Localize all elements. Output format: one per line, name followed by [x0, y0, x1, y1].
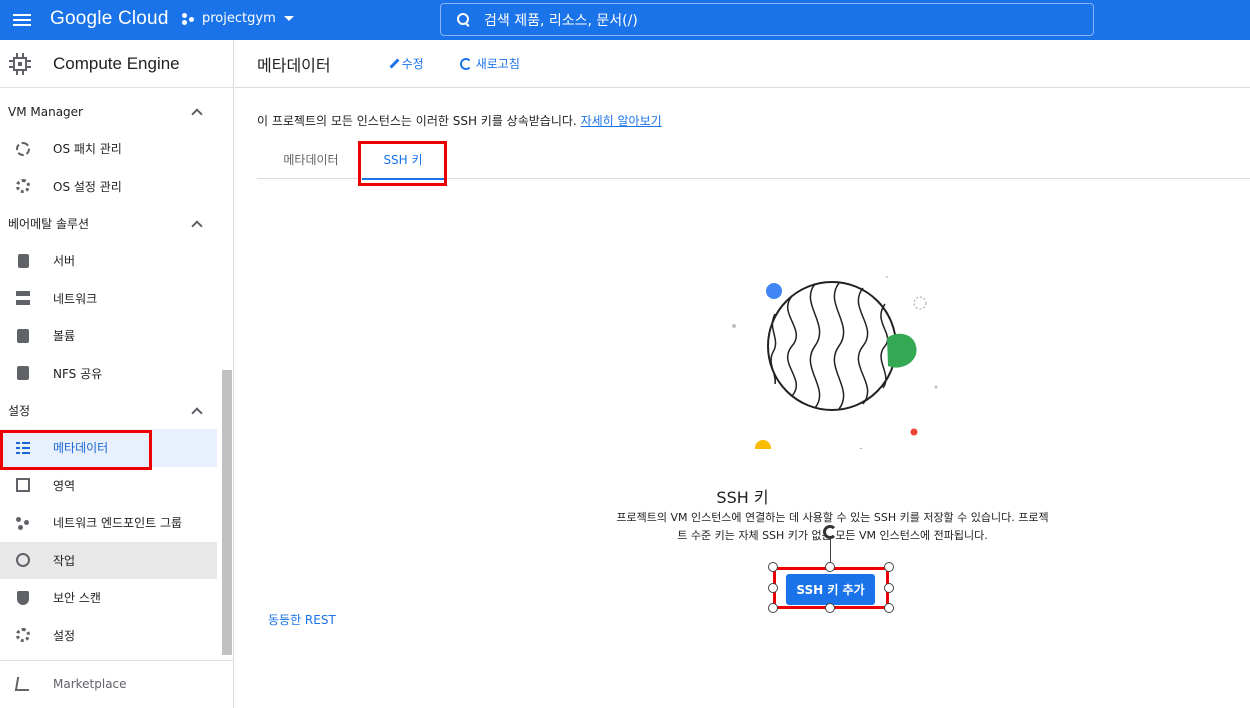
metadata-highlight-box: [0, 430, 152, 470]
page-title: 메타데이터: [257, 55, 331, 75]
sidebar-item-security-scans[interactable]: 보안 스캔: [0, 579, 233, 617]
page-header: 메타데이터 수정 새로고침: [235, 40, 1250, 88]
refresh-icon: [459, 57, 472, 70]
green-blob: [887, 333, 917, 368]
selection-handle[interactable]: [884, 603, 894, 613]
sidebar-item-operations[interactable]: 작업: [0, 541, 217, 579]
project-name: projectgym: [202, 11, 276, 26]
sidebar-item-label: 영역: [53, 478, 76, 493]
sidebar-item-label: 작업: [53, 553, 76, 568]
sidebar-item-volumes[interactable]: 볼륨: [0, 317, 233, 355]
search-input[interactable]: 검색 제품, 리소스, 문서(/): [440, 3, 1094, 36]
nfs-icon: [17, 366, 29, 381]
selection-handle[interactable]: [825, 603, 835, 613]
section-baremetal[interactable]: 베어메탈 솔루션: [0, 205, 233, 242]
pencil-icon: [387, 58, 399, 70]
network-icon: [16, 291, 30, 306]
sidebar-item-label: OS 패치 관리: [53, 142, 122, 157]
selection-handle[interactable]: [768, 603, 778, 613]
selection-handle[interactable]: [768, 583, 778, 593]
sidebar-nav: Compute Engine VM Manager OS 패치 관리 OS 설정…: [0, 40, 234, 708]
section-label: 설정: [8, 404, 31, 418]
red-dot: [910, 428, 918, 436]
gear-icon: [16, 628, 30, 643]
shield-icon: [17, 590, 29, 605]
caret-down-icon: [283, 16, 294, 21]
chevron-up-icon: [191, 107, 203, 120]
sidebar-item-zones[interactable]: 영역: [0, 467, 233, 505]
sidebar-scrollbar[interactable]: [222, 370, 232, 655]
ssh-keys-illustration: [732, 276, 938, 449]
tab-metadata[interactable]: 메타데이터: [279, 142, 343, 179]
edit-label: 수정: [401, 57, 424, 71]
hamburger-menu-icon[interactable]: [13, 11, 33, 29]
empty-state-title: SSH 키: [716, 488, 769, 507]
inheritance-notice: 이 프로젝트의 모든 인스턴스는 이러한 SSH 키를 상속받습니다. 자세히 …: [257, 112, 662, 129]
selection-handle[interactable]: [884, 583, 894, 593]
compute-engine-icon: [8, 52, 32, 76]
chevron-up-icon: [191, 219, 203, 232]
product-title: Compute Engine: [53, 53, 180, 73]
sidebar-item-network-endpoint-groups[interactable]: 네트워크 엔드포인트 그룹: [0, 504, 233, 542]
section-label: VM Manager: [8, 104, 83, 119]
edit-button[interactable]: 수정: [387, 55, 424, 72]
sidebar-item-label: 서버: [53, 254, 76, 269]
cart-icon: [14, 676, 32, 691]
chevron-up-icon: [191, 406, 203, 419]
sidebar-header: Compute Engine: [0, 40, 233, 88]
config-icon: [16, 179, 30, 194]
google-cloud-logo[interactable]: Google Cloud: [50, 8, 169, 30]
sidebar-item-servers[interactable]: 서버: [0, 242, 233, 280]
selection-handle[interactable]: [884, 562, 894, 572]
volume-icon: [17, 328, 29, 343]
refresh-label: 새로고침: [475, 57, 520, 71]
refresh-button[interactable]: 새로고침: [459, 55, 520, 72]
section-label: 베어메탈 솔루션: [8, 217, 90, 231]
sidebar-item-settings[interactable]: 설정: [0, 617, 233, 655]
blue-blob: [766, 283, 782, 299]
selection-handle[interactable]: [768, 562, 778, 572]
equivalent-rest-link[interactable]: 동등한 REST: [268, 611, 336, 628]
patch-icon: [16, 141, 30, 156]
sidebar-item-network[interactable]: 네트워크: [0, 280, 233, 318]
sidebar-item-label: 네트워크 엔드포인트 그룹: [53, 516, 183, 531]
main-content: 메타데이터 수정 새로고침 이 프로젝트의 모든 인스턴스는 이러한 SSH 키…: [235, 40, 1250, 708]
section-vm-manager[interactable]: VM Manager: [0, 93, 233, 130]
add-ssh-key-button[interactable]: SSH 키 추가: [786, 574, 875, 605]
section-settings[interactable]: 설정: [0, 392, 233, 429]
search-icon: [457, 13, 470, 26]
sidebar-item-nfs[interactable]: NFS 공유: [0, 355, 233, 393]
sidebar-item-label: 볼륨: [53, 329, 76, 344]
sidebar-item-label: NFS 공유: [53, 366, 103, 381]
sidebar-item-label: Marketplace: [53, 676, 127, 691]
clock-icon: [16, 553, 30, 568]
sidebar-item-label: 보안 스캔: [53, 591, 101, 606]
server-icon: [18, 253, 29, 268]
learn-more-link[interactable]: 자세히 알아보기: [581, 114, 662, 128]
ssh-tab-highlight-box: [358, 141, 447, 186]
sidebar-item-marketplace[interactable]: Marketplace: [0, 665, 233, 703]
project-dots-icon: [182, 12, 196, 26]
sidebar-item-os-patch[interactable]: OS 패치 관리: [0, 130, 233, 168]
rotate-handle-icon[interactable]: [823, 525, 837, 539]
yellow-blob: [755, 440, 771, 449]
sidebar-divider: [0, 660, 233, 661]
sidebar-item-label: 설정: [53, 628, 76, 643]
notice-text: 이 프로젝트의 모든 인스턴스는 이러한 SSH 키를 상속받습니다.: [257, 114, 577, 128]
endpoint-groups-icon: [16, 516, 30, 530]
zones-grid-icon: [16, 478, 30, 493]
selection-handle[interactable]: [825, 562, 835, 572]
search-placeholder: 검색 제품, 리소스, 문서(/): [484, 12, 638, 29]
sidebar-item-label: OS 설정 관리: [53, 179, 122, 194]
sidebar-item-os-config[interactable]: OS 설정 관리: [0, 168, 233, 206]
sidebar-item-label: 네트워크: [53, 291, 98, 306]
project-selector[interactable]: projectgym: [182, 11, 294, 26]
top-app-bar: Google Cloud projectgym 검색 제품, 리소스, 문서(/…: [0, 0, 1250, 40]
